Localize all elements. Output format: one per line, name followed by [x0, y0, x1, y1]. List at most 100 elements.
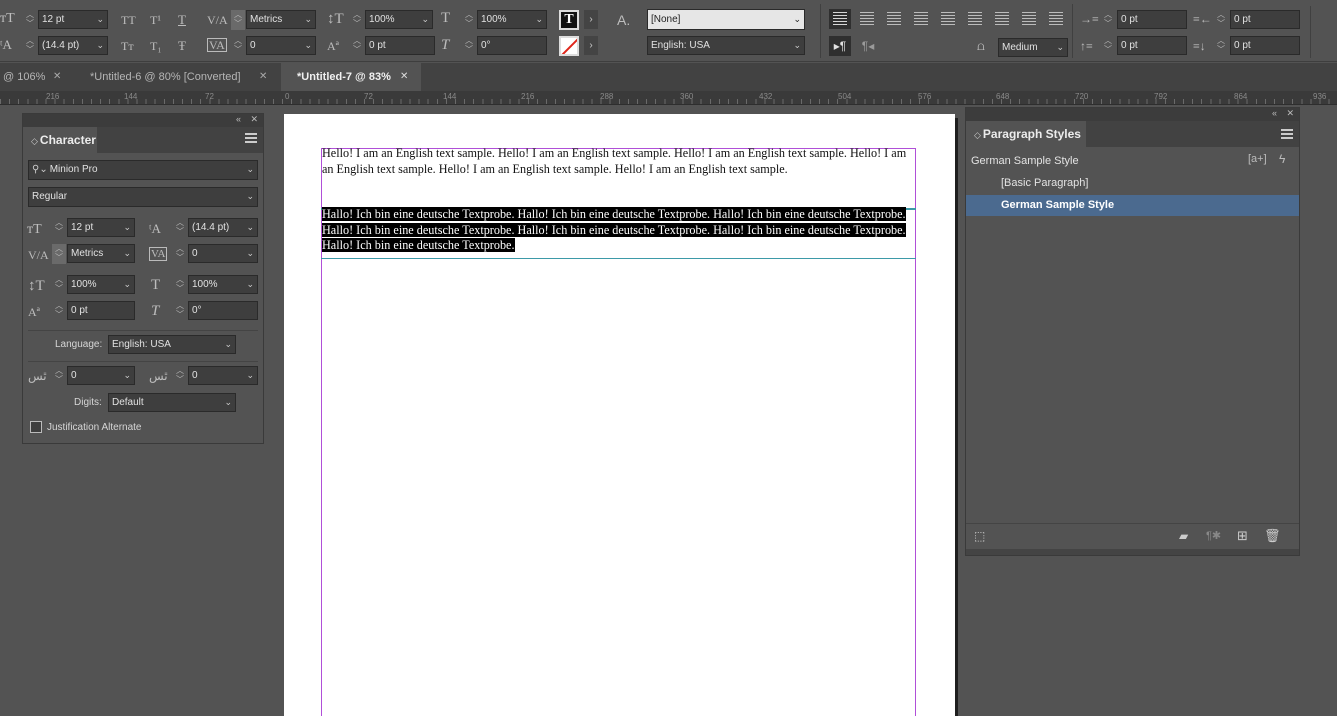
hscale-spinner[interactable]: ︿ ﹀ — [173, 275, 187, 295]
chevron-down-icon[interactable]: ⌄ — [123, 219, 131, 236]
leading-field[interactable]: (14.4 pt) ⌄ — [188, 218, 258, 237]
chevron-down-icon[interactable]: ⌄ — [123, 245, 131, 262]
chevron-down-icon[interactable]: ⌄ — [246, 276, 254, 293]
load-styles-icon[interactable]: ⬚ — [974, 529, 985, 543]
align-center-icon[interactable] — [860, 12, 874, 26]
language-select[interactable]: English: USA ⌄ — [108, 335, 236, 354]
strikethrough-button[interactable]: Ŧ — [178, 38, 186, 54]
align-right-icon[interactable] — [887, 12, 901, 26]
tab-untitled-6[interactable]: *Untitled-6 @ 80% [Converted] ✕ — [76, 63, 280, 91]
superscript-button[interactable]: T¹ — [150, 12, 161, 28]
digits-select[interactable]: Default ⌄ — [108, 393, 236, 412]
left-indent-spinner[interactable]: ︿ ﹀ — [1101, 10, 1115, 30]
tab-paragraph-styles[interactable]: ◇ Paragraph Styles — [966, 121, 1086, 147]
space-after-field[interactable]: 0 pt — [1230, 36, 1300, 55]
all-caps-button[interactable]: TT — [121, 12, 136, 28]
kerning-spinner[interactable]: ︿ ﹀ — [231, 10, 245, 30]
hscale-spinner[interactable]: ︿ ﹀ — [462, 10, 476, 30]
skew-field[interactable]: 0° — [188, 301, 258, 320]
english-text[interactable]: Hello! I am an English text sample. Hell… — [322, 146, 916, 177]
tab-untitled-7[interactable]: *Untitled-7 @ 83% ✕ — [281, 63, 421, 91]
close-icon[interactable]: ✕ — [250, 114, 258, 125]
justification-alternate-checkbox[interactable] — [30, 421, 42, 433]
kashida-field-1[interactable]: 0 ⌄ — [67, 366, 135, 385]
vscale-spinner[interactable]: ︿ ﹀ — [350, 10, 364, 30]
clear-overrides-icon[interactable]: ¶✱ — [1206, 529, 1221, 542]
close-icon[interactable]: ✕ — [53, 63, 61, 91]
chevron-down-icon[interactable]: ⌄ — [246, 367, 254, 384]
chevron-down-icon[interactable]: ⌄ — [304, 37, 312, 54]
ltr-direction-button[interactable]: ▸¶ — [829, 36, 851, 56]
justify-left-icon[interactable] — [914, 12, 928, 26]
kerning-field[interactable]: Metrics ⌄ — [67, 244, 135, 263]
diacritic-spinner[interactable]: ︿ ﹀ — [173, 366, 187, 386]
language-select[interactable]: English: USA ⌄ — [647, 36, 805, 55]
collapse-icon[interactable]: « — [1272, 108, 1277, 118]
align-away-spine-icon[interactable] — [1049, 12, 1063, 26]
style-list-item[interactable]: [Basic Paragraph] — [966, 173, 1299, 194]
justify-right-icon[interactable] — [968, 12, 982, 26]
justify-center-icon[interactable] — [941, 12, 955, 26]
document-page[interactable]: Hello! I am an English text sample. Hell… — [284, 114, 955, 716]
new-style-from-selection-icon[interactable]: [a+] — [1248, 153, 1267, 165]
tab-document-106[interactable]: @ 106% ✕ — [0, 63, 76, 91]
chevron-down-icon[interactable]: ⌄ — [224, 394, 232, 411]
tracking-spinner[interactable]: ︿ ﹀ — [173, 244, 187, 264]
subscript-button[interactable]: T₁ — [150, 38, 162, 54]
new-style-icon[interactable]: ⊞ — [1237, 528, 1248, 544]
control-overflow[interactable] — [1310, 6, 1337, 58]
swatch-expand-icon[interactable]: › — [584, 36, 598, 55]
baseline-field[interactable]: 0 pt — [67, 301, 135, 320]
font-size-spinner[interactable]: ︿ ﹀ — [23, 10, 37, 30]
rtl-direction-button[interactable]: ¶◂ — [857, 36, 879, 56]
selected-german-text[interactable]: Hallo! Ich bin eine deutsche Textprobe. … — [322, 207, 906, 253]
chevron-down-icon[interactable]: ⌄ — [224, 336, 232, 353]
kashida-field-2[interactable]: 0 ⌄ — [188, 366, 258, 385]
tab-character[interactable]: ◇ Character — [23, 127, 97, 153]
collapse-icon[interactable]: « — [236, 114, 241, 124]
font-family-field[interactable]: ⚲⌄ Minion Pro ⌄ — [28, 160, 258, 180]
char-style-select[interactable]: [None] ⌄ — [647, 9, 805, 30]
align-towards-spine-icon[interactable] — [1022, 12, 1036, 26]
hscale-field[interactable]: 100% ⌄ — [188, 275, 258, 294]
chevron-down-icon[interactable]: ⌄ — [304, 11, 312, 28]
chevron-down-icon[interactable]: ⌄ — [793, 10, 801, 29]
baseline-spinner[interactable]: ︿ ﹀ — [52, 301, 66, 321]
skew-field[interactable]: 0° — [477, 36, 547, 55]
chevron-down-icon[interactable]: ⌄ — [421, 11, 429, 28]
skew-spinner[interactable]: ︿ ﹀ — [173, 301, 187, 321]
horizontal-ruler[interactable]: 216 144 72 0 72 144 216 288 360 432 504 … — [0, 91, 1337, 105]
kerning-spinner[interactable]: ︿ ﹀ — [52, 244, 66, 264]
font-size-spinner[interactable]: ︿ ﹀ — [52, 218, 66, 238]
chevron-down-icon[interactable]: ⌄ — [123, 276, 131, 293]
panel-menu-icon[interactable] — [1281, 129, 1293, 139]
tracking-spinner[interactable]: ︿ ﹀ — [231, 36, 245, 56]
stroke-swatch[interactable] — [559, 36, 579, 56]
vscale-field[interactable]: 100% ⌄ — [67, 275, 135, 294]
space-before-field[interactable]: 0 pt — [1117, 36, 1187, 55]
font-style-field[interactable]: Regular ⌄ — [28, 187, 258, 207]
chevron-down-icon[interactable]: ⌄ — [96, 11, 104, 28]
hscale-field[interactable]: 100% ⌄ — [477, 10, 547, 29]
small-caps-button[interactable]: Tт — [121, 38, 134, 54]
tracking-field[interactable]: 0 ⌄ — [246, 36, 316, 55]
chevron-down-icon[interactable]: ⌄ — [96, 37, 104, 54]
close-icon[interactable]: ✕ — [400, 63, 408, 91]
new-group-folder-icon[interactable]: ▰ — [1179, 529, 1188, 543]
kashida-spinner[interactable]: ︿ ﹀ — [52, 366, 66, 386]
trash-icon[interactable]: 🗑 — [1264, 528, 1281, 544]
vscale-spinner[interactable]: ︿ ﹀ — [52, 275, 66, 295]
underline-button[interactable]: T — [178, 12, 186, 28]
bullet-weight-select[interactable]: Medium ⌄ — [998, 38, 1068, 57]
right-indent-spinner[interactable]: ︿ ﹀ — [1214, 10, 1228, 30]
swatch-expand-icon[interactable]: › — [584, 10, 598, 29]
german-text[interactable]: Hallo! Ich bin eine deutsche Textprobe. … — [322, 207, 916, 254]
space-after-spinner[interactable]: ︿ ﹀ — [1214, 36, 1228, 56]
space-before-spinner[interactable]: ︿ ﹀ — [1101, 36, 1115, 56]
justify-all-icon[interactable] — [995, 12, 1009, 26]
kerning-field[interactable]: Metrics ⌄ — [246, 10, 316, 29]
chevron-down-icon[interactable]: ⌄ — [246, 188, 254, 205]
resize-handle[interactable] — [966, 549, 1299, 555]
quick-apply-icon[interactable]: ϟ — [1279, 152, 1285, 166]
baseline-field[interactable]: 0 pt — [365, 36, 435, 55]
